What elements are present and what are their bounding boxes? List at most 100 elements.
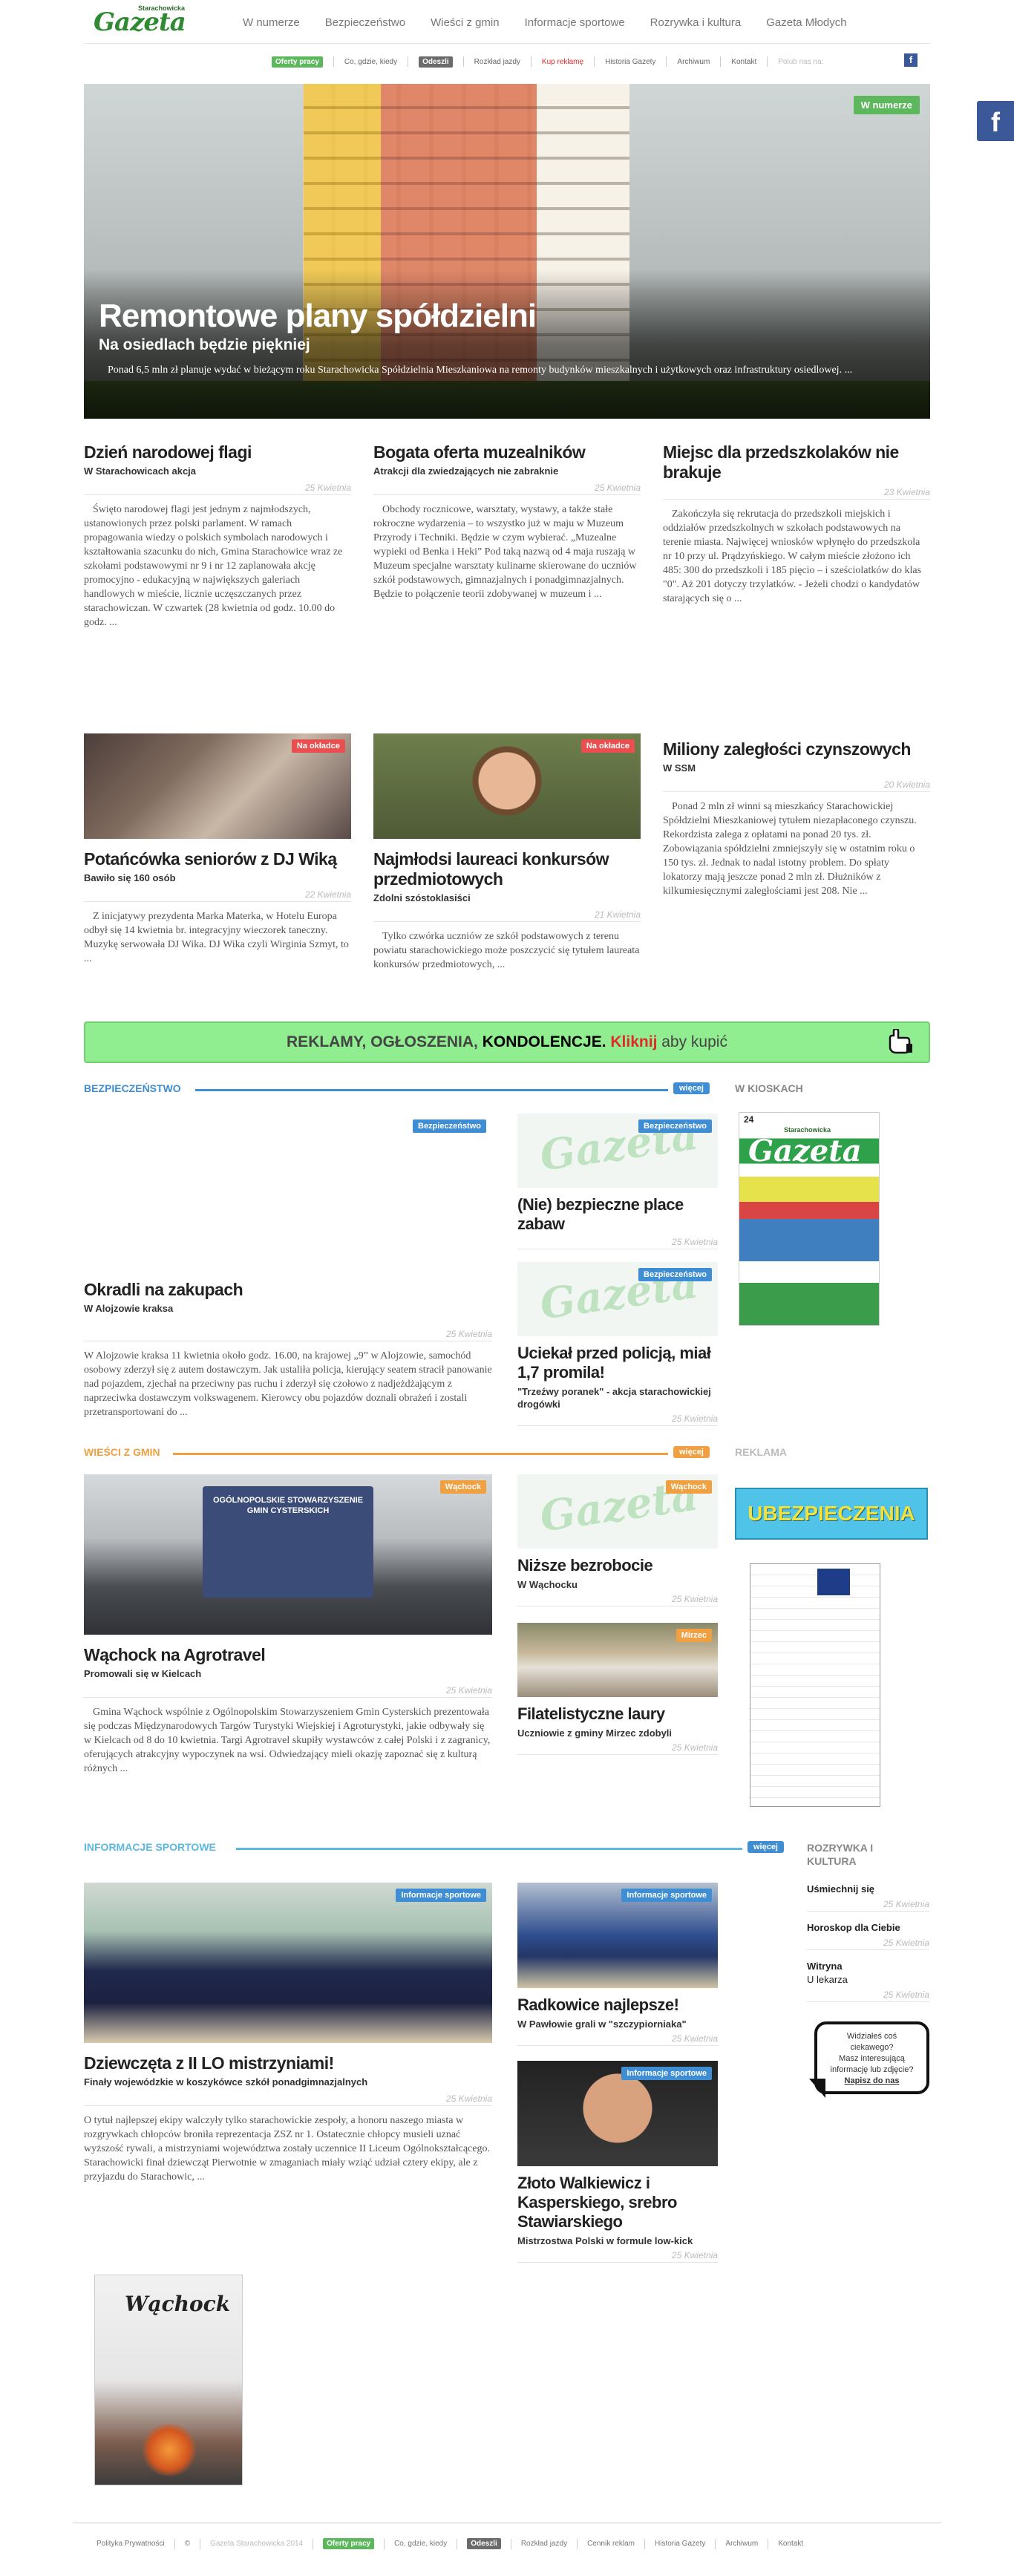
article-card[interactable]: Dzień narodowej flagi W Starachowicach a… xyxy=(84,442,351,630)
subnav-oferty-pracy[interactable]: Oferty pracy xyxy=(272,56,323,68)
subnav-historia-gazety[interactable]: Historia Gazety xyxy=(605,58,655,66)
article-card[interactable]: OGÓLNOPOLSKIE STOWARZYSZENIE GMIN CYSTER… xyxy=(84,1474,492,1776)
article-card[interactable]: Na okładce Potańcówka seniorów z DJ Wiką… xyxy=(84,733,351,966)
section-title[interactable]: Wieści z gmin xyxy=(84,1446,160,1458)
footer-odeszli[interactable]: Odeszli xyxy=(467,2538,501,2549)
side-article[interactable]: Mirzec Filatelistyczne laury Uczniowie z… xyxy=(517,1623,718,1755)
subnav-co-gdzie-kiedy[interactable]: Co, gdzie, kiedy xyxy=(344,58,397,66)
nav-rozrywka-i-kultura[interactable]: Rozrywka i kultura xyxy=(638,16,754,29)
side-article[interactable]: Gazeta Bezpieczeństwo Uciekał przed poli… xyxy=(517,1262,718,1426)
event-poster[interactable]: Wąchock xyxy=(94,2275,243,2485)
article-card[interactable]: Bogata oferta muzealników Atrakcji dla z… xyxy=(373,442,641,601)
side-link-title[interactable]: Uśmiechnij się xyxy=(807,1883,929,1896)
article-thumbnail[interactable]: Gazeta Wąchock xyxy=(517,1474,718,1549)
section-title[interactable]: Informacje sportowe xyxy=(84,1841,216,1853)
subnav-rozklad-jazdy[interactable]: Rozkład jazdy xyxy=(474,58,520,66)
subnav-kup-reklame[interactable]: Kup reklamę xyxy=(542,58,583,66)
subnav-kontakt[interactable]: Kontakt xyxy=(731,58,756,66)
newspaper-cover[interactable]: 24 Starachowicka Gazeta xyxy=(739,1112,880,1326)
article-thumbnail[interactable]: Na okładce xyxy=(373,733,641,839)
article-title[interactable]: Okradli na zakupach xyxy=(84,1280,492,1300)
article-title[interactable]: Miliony zaległości czynszowych xyxy=(663,739,930,759)
footer-archiwum[interactable]: Archiwum xyxy=(725,2540,758,2548)
article-badge[interactable]: Wąchock xyxy=(439,1480,486,1494)
ad-table-image[interactable] xyxy=(750,1563,880,1807)
article-thumbnail[interactable]: Informacje sportowe xyxy=(517,1883,718,1988)
article-card[interactable]: Informacje sportowe Dziewczęta z II LO m… xyxy=(84,1883,492,2184)
article-card[interactable]: Na okładce Najmłodsi laureaci konkursów … xyxy=(373,733,641,972)
side-article[interactable]: Informacje sportowe Złoto Walkiewicz i K… xyxy=(517,2061,718,2263)
article-title[interactable]: Najmłodsi laureaci konkursów przedmiotow… xyxy=(373,849,641,889)
footer-polityka[interactable]: Polityka Prywatności xyxy=(97,2540,165,2548)
nav-wiesci-z-gmin[interactable]: Wieści z gmin xyxy=(418,16,512,29)
hero-badge[interactable]: W numerze xyxy=(853,96,920,114)
article-title[interactable]: Filatelistyczne laury xyxy=(517,1704,718,1724)
side-link-title[interactable]: Horoskop dla Ciebie xyxy=(807,1921,929,1935)
footer-kontakt[interactable]: Kontakt xyxy=(778,2540,803,2548)
nav-informacje-sportowe[interactable]: Informacje sportowe xyxy=(512,16,638,29)
article-badge[interactable]: Bezpieczeństwo xyxy=(638,1268,712,1281)
footer-co-gdzie-kiedy[interactable]: Co, gdzie, kiedy xyxy=(394,2540,447,2548)
write-to-us-link[interactable]: Napisz do nas xyxy=(817,2076,926,2087)
article-title[interactable]: Potańcówka seniorów z DJ Wiką xyxy=(84,849,351,869)
more-button[interactable]: więcej xyxy=(747,1841,784,1853)
hero-title[interactable]: Remontowe plany spółdzielni xyxy=(99,298,537,335)
hero-article[interactable]: W numerze Remontowe plany spółdzielni Na… xyxy=(84,84,930,419)
article-title[interactable]: Uciekał przed policją, miał 1,7 promila! xyxy=(517,1344,718,1382)
article-badge[interactable]: Na okładce xyxy=(580,739,635,753)
article-thumbnail[interactable]: OGÓLNOPOLSKIE STOWARZYSZENIE GMIN CYSTER… xyxy=(84,1474,492,1635)
side-link[interactable]: Uśmiechnij się 25 Kwietnia xyxy=(807,1883,929,1912)
article-thumbnail[interactable]: Gazeta Bezpieczeństwo xyxy=(517,1114,718,1188)
side-link[interactable]: Witryna U lekarza 25 Kwietnia xyxy=(807,1960,929,2002)
side-article[interactable]: Gazeta Wąchock Niższe bezrobocie W Wącho… xyxy=(517,1474,718,1606)
article-thumbnail[interactable]: Informacje sportowe xyxy=(84,1883,492,2043)
facebook-icon[interactable]: f xyxy=(904,53,917,67)
article-title[interactable]: Dziewczęta z II LO mistrzyniami! xyxy=(84,2053,492,2073)
article-badge[interactable]: Bezpieczeństwo xyxy=(413,1119,486,1133)
article-title[interactable]: (Nie) bezpieczne place zabaw xyxy=(517,1195,718,1234)
side-article[interactable]: Informacje sportowe Radkowice najlepsze!… xyxy=(517,1883,718,2046)
footer-oferty-pracy[interactable]: Oferty pracy xyxy=(323,2538,375,2549)
side-link-subtitle[interactable]: U lekarza xyxy=(807,1973,929,1987)
more-button[interactable]: więcej xyxy=(673,1082,710,1094)
article-thumbnail[interactable]: Gazeta Bezpieczeństwo xyxy=(517,1262,718,1336)
footer-cennik-reklam[interactable]: Cennik reklam xyxy=(587,2540,635,2548)
article-card[interactable]: Miejsc dla przedszkolaków nie brakuje 23… xyxy=(663,442,930,606)
article-thumbnail[interactable]: Na okładce xyxy=(84,733,351,839)
article-title[interactable]: Wąchock na Agrotravel xyxy=(84,1645,492,1665)
article-title[interactable]: Miejsc dla przedszkolaków nie brakuje xyxy=(663,442,930,483)
article-title[interactable]: Złoto Walkiewicz i Kasperskiego, srebro … xyxy=(517,2174,718,2232)
ad-banner-kliknij[interactable]: Kliknij xyxy=(610,1033,657,1050)
article-badge[interactable]: Na okładce xyxy=(291,739,345,753)
nav-bezpieczenstwo[interactable]: Bezpieczeństwo xyxy=(313,16,418,29)
article-badge[interactable]: Informacje sportowe xyxy=(396,1889,486,1902)
subnav-archiwum[interactable]: Archiwum xyxy=(677,58,710,66)
article-badge[interactable]: Bezpieczeństwo xyxy=(638,1119,712,1133)
article-card[interactable]: Miliony zaległości czynszowych W SSM 20 … xyxy=(663,739,930,898)
nav-w-numerze[interactable]: W numerze xyxy=(230,16,313,29)
ad-banner[interactable]: REKLAMY, OGŁOSZENIA, KONDOLENCJE. Klikni… xyxy=(84,1021,930,1063)
footer-rozklad-jazdy[interactable]: Rozkład jazdy xyxy=(521,2540,567,2548)
article-badge[interactable]: Informacje sportowe xyxy=(621,1889,712,1902)
site-logo[interactable]: Starachowicka Gazeta xyxy=(94,4,197,36)
footer-historia-gazety[interactable]: Historia Gazety xyxy=(655,2540,705,2548)
nav-gazeta-mlodych[interactable]: Gazeta Młodych xyxy=(753,16,859,29)
article-title[interactable]: Dzień narodowej flagi xyxy=(84,442,351,462)
side-link-title[interactable]: Witryna xyxy=(807,1960,929,1973)
article-thumbnail[interactable]: Informacje sportowe xyxy=(517,2061,718,2166)
article-badge[interactable]: Informacje sportowe xyxy=(621,2067,712,2080)
article-thumbnail[interactable]: Mirzec xyxy=(517,1623,718,1697)
article-title[interactable]: Radkowice najlepsze! xyxy=(517,1995,718,2015)
side-article[interactable]: Gazeta Bezpieczeństwo (Nie) bezpieczne p… xyxy=(517,1114,718,1249)
article-badge[interactable]: Wąchock xyxy=(665,1480,712,1494)
side-link[interactable]: Horoskop dla Ciebie 25 Kwietnia xyxy=(807,1921,929,1950)
more-button[interactable]: więcej xyxy=(673,1446,710,1458)
subnav-odeszli[interactable]: Odeszli xyxy=(419,56,453,68)
contact-speech-bubble[interactable]: Widziałeś coś ciekawego? Masz interesują… xyxy=(814,2021,929,2094)
section-title[interactable]: Bezpieczeństwo xyxy=(84,1082,181,1094)
article-title[interactable]: Niższe bezrobocie xyxy=(517,1556,718,1575)
article-thumbnail[interactable]: Bezpieczeństwo xyxy=(84,1114,492,1269)
article-badge[interactable]: Mirzec xyxy=(676,1629,712,1642)
facebook-side-icon[interactable]: f xyxy=(977,101,1014,141)
article-title[interactable]: Bogata oferta muzealników xyxy=(373,442,641,462)
